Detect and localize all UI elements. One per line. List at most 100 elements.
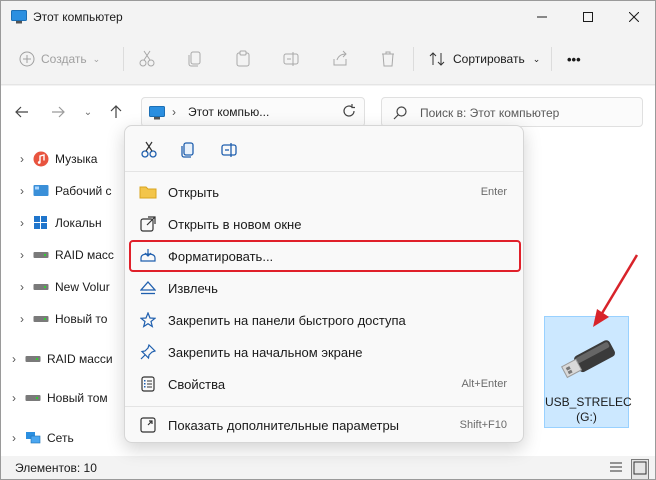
refresh-icon [343, 104, 355, 117]
title-bar: Этот компьютер [1, 1, 655, 33]
explorer-window: Этот компьютер Создать ⌄ Сортировать ⌄ •… [0, 0, 656, 480]
cut-button[interactable] [138, 45, 156, 73]
copy-icon [181, 142, 194, 158]
network-icon [26, 432, 41, 444]
copy-icon [188, 51, 201, 67]
search-placeholder: Поиск в: Этот компьютер [420, 106, 560, 120]
close-icon [629, 12, 639, 22]
details-view-icon [610, 462, 622, 472]
chevron-down-icon: ⌄ [92, 53, 101, 64]
folder-open-icon [139, 186, 157, 199]
minimize-icon [537, 16, 547, 18]
more-options-button[interactable]: ••• [567, 45, 581, 73]
computer-icon [149, 106, 165, 120]
search-box[interactable]: Поиск в: Этот компьютер [381, 97, 643, 127]
nav-item-new-tom-2[interactable]: › Новый том [9, 387, 108, 409]
nav-item-label: Новый том [47, 391, 108, 405]
chevron-right-icon: › [12, 391, 16, 405]
menu-item-label: Закрепить на начальном экране [168, 344, 363, 360]
nav-item-raid-1[interactable]: › RAID масс [17, 244, 114, 266]
menu-item-pin-start[interactable]: Закрепить на начальном экране [131, 338, 519, 366]
menu-item-more-options[interactable]: Показать дополнительные параметры Shift+… [131, 411, 519, 439]
close-button[interactable] [611, 1, 655, 33]
open-new-window-icon [140, 216, 156, 232]
create-label: Создать [41, 52, 87, 66]
menu-item-pin-quick-access[interactable]: Закрепить на панели быстрого доступа [131, 306, 519, 334]
ctx-copy-button[interactable] [177, 138, 201, 162]
menu-item-open-new-window[interactable]: Открыть в новом окне [131, 210, 519, 238]
nav-item-label: Рабочий с [55, 184, 112, 198]
menu-item-label: Извлечь [168, 280, 218, 296]
maximize-button[interactable] [565, 1, 611, 33]
drive-letter: (G:) [576, 410, 597, 424]
menu-item-properties[interactable]: Свойства Alt+Enter [131, 370, 519, 398]
chevron-right-icon: › [20, 312, 24, 326]
back-button[interactable] [13, 103, 31, 121]
menu-item-format[interactable]: Форматировать... [129, 240, 521, 272]
drive-name: USB_STRELEC [545, 395, 632, 409]
details-view-button[interactable] [609, 460, 623, 477]
expand-icon [140, 417, 156, 433]
chevron-right-icon: › [12, 352, 16, 366]
divider [413, 47, 414, 71]
recent-locations-button[interactable]: ⌄ [79, 103, 97, 121]
chevron-right-icon: › [20, 216, 24, 230]
create-button[interactable]: Создать ⌄ [19, 45, 100, 73]
nav-item-label: Локальн [55, 216, 102, 230]
computer-icon [11, 10, 27, 24]
refresh-button[interactable] [342, 104, 356, 121]
nav-item-label: Новый то [55, 312, 108, 326]
divider [123, 47, 124, 71]
large-icons-view-button[interactable] [631, 459, 649, 479]
arrow-left-icon [15, 106, 28, 118]
drive-icon [33, 252, 49, 258]
nav-item-new-volume[interactable]: › New Volur [17, 276, 110, 298]
nav-item-local-disk[interactable]: › Локальн [17, 212, 102, 234]
sort-label: Сортировать [453, 52, 525, 66]
menu-item-open[interactable]: Открыть Enter [131, 178, 519, 206]
minimize-button[interactable] [519, 1, 565, 33]
trash-icon [382, 51, 394, 67]
address-bar[interactable]: › Этот компью... [141, 97, 365, 127]
rename-button[interactable] [282, 45, 300, 73]
chevron-right-icon: › [20, 184, 24, 198]
drive-icon [33, 284, 49, 290]
arrow-right-icon [52, 106, 65, 118]
menu-item-label: Форматировать... [168, 248, 274, 264]
status-bar: Элементов: 10 [1, 456, 655, 479]
nav-item-raid-2[interactable]: › RAID масси [9, 348, 113, 370]
command-bar: Создать ⌄ Сортировать ⌄ ••• [1, 33, 655, 85]
usb-drive-item[interactable]: USB_STRELEC (G:) [544, 316, 632, 428]
up-button[interactable] [107, 103, 125, 121]
nav-item-label: Сеть [47, 431, 74, 445]
properties-icon [141, 376, 155, 392]
nav-item-label: New Volur [55, 280, 110, 294]
chevron-right-icon: › [20, 248, 24, 262]
large-icons-view-icon [633, 461, 647, 475]
ctx-cut-button[interactable] [137, 138, 161, 162]
copy-button[interactable] [187, 45, 205, 73]
nav-item-network[interactable]: › Сеть [9, 427, 74, 449]
share-button[interactable] [331, 45, 349, 73]
share-icon [333, 50, 347, 66]
drive-icon [25, 356, 41, 362]
chevron-right-icon: › [172, 105, 176, 119]
menu-item-shortcut: Enter [480, 186, 507, 198]
music-icon [33, 151, 49, 167]
sort-button[interactable]: Сортировать ⌄ [429, 45, 540, 73]
menu-item-shortcut: Alt+Enter [461, 378, 507, 390]
nav-item-music[interactable]: › Музыка [17, 148, 97, 170]
menu-item-label: Закрепить на панели быстрого доступа [168, 312, 406, 328]
nav-item-desktop[interactable]: › Рабочий с [17, 180, 112, 202]
breadcrumb[interactable]: Этот компью... [188, 105, 269, 119]
format-icon [140, 249, 156, 262]
paste-button[interactable] [234, 45, 252, 73]
nav-item-new-tom[interactable]: › Новый то [17, 308, 107, 330]
chevron-down-icon: ⌄ [532, 53, 541, 64]
delete-button[interactable] [379, 45, 397, 73]
menu-item-label: Открыть [168, 184, 220, 200]
ctx-rename-button[interactable] [217, 138, 241, 162]
menu-item-eject[interactable]: Извлечь [131, 274, 519, 302]
arrow-up-icon [110, 105, 122, 118]
forward-button[interactable] [49, 103, 67, 121]
